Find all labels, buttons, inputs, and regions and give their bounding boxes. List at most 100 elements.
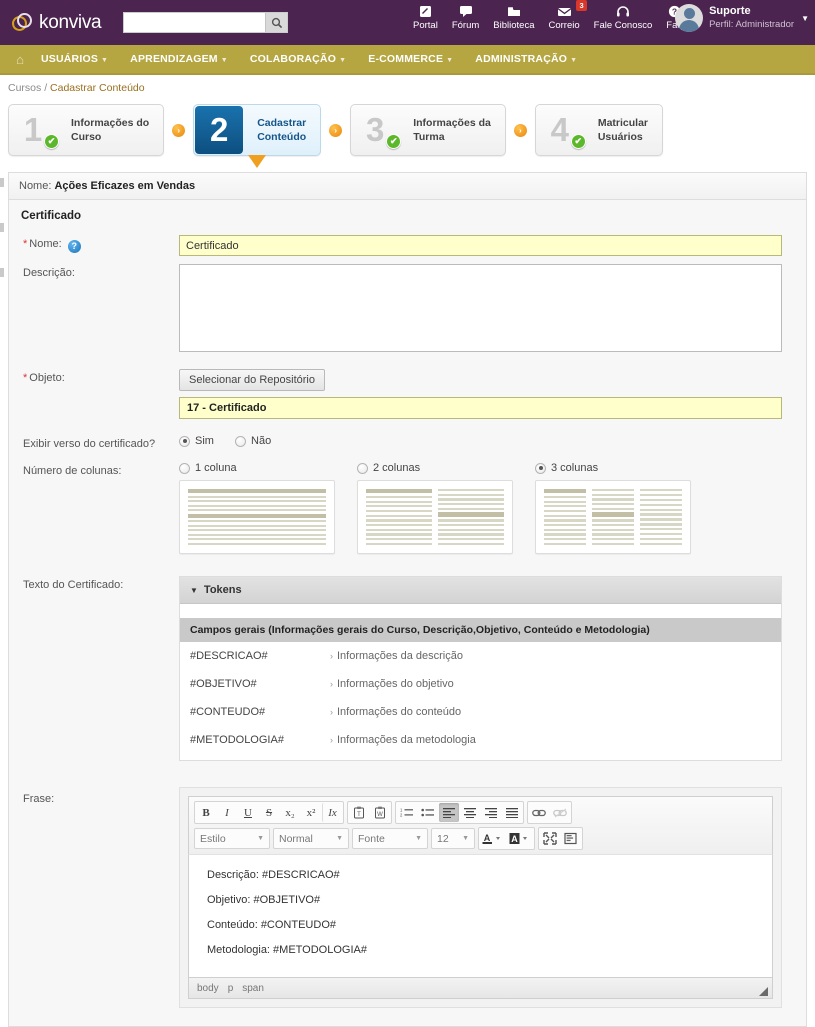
align-right-icon[interactable] [481, 803, 501, 822]
breadcrumb-root[interactable]: Cursos [8, 82, 41, 94]
format-select[interactable]: Normal ▼ [273, 828, 349, 849]
nome-input[interactable] [179, 235, 782, 256]
wizard-step-2[interactable]: 2 Cadastrar Conteúdo [193, 104, 322, 168]
svg-text:A: A [484, 833, 491, 843]
label-texto-certificado: Texto do Certificado: [23, 579, 124, 591]
underline-icon[interactable]: U [238, 803, 258, 822]
profile-menu[interactable]: Suporte Perfil: Administrador ▼ [675, 4, 809, 32]
step-label-line1: Cadastrar [257, 116, 307, 129]
column-preview-1[interactable] [179, 480, 335, 554]
check-icon: ✔ [570, 134, 586, 149]
quicknav-label: Portal [413, 20, 438, 31]
maximize-icon[interactable] [540, 829, 560, 848]
tokens-header[interactable]: ▼ Tokens [180, 577, 781, 604]
svg-text:A: A [511, 834, 518, 844]
radio-label: 2 colunas [373, 462, 421, 474]
background-color-icon[interactable]: A [507, 829, 533, 848]
home-icon[interactable]: ⌂ [10, 52, 30, 67]
descricao-textarea[interactable] [179, 264, 782, 352]
editor-content-area[interactable]: Descrição: #DESCRICAO# Objetivo: #OBJETI… [188, 854, 773, 978]
strikethrough-icon[interactable]: S [259, 803, 279, 822]
check-icon: ✔ [386, 134, 402, 149]
step-number: 3 ✔ [351, 105, 402, 155]
radio-2-colunas[interactable]: 2 colunas [357, 462, 420, 474]
ordered-list-icon[interactable]: 12 [397, 803, 417, 822]
step-label-line2: Usuários [597, 131, 643, 143]
token-key[interactable]: #METODOLOGIA# [190, 734, 330, 746]
show-blocks-icon[interactable] [561, 829, 581, 848]
path-item-p[interactable]: p [228, 983, 234, 994]
font-select-value: Fonte [358, 832, 385, 845]
path-item-body[interactable]: body [197, 983, 219, 994]
unlink-icon [550, 803, 570, 822]
font-select[interactable]: Fonte ▼ [352, 828, 428, 849]
brand-logo[interactable]: konviva [9, 12, 102, 34]
radio-dot-icon [535, 462, 546, 474]
quicknav-label: Fórum [451, 20, 480, 31]
token-key[interactable]: #OBJETIVO# [190, 678, 330, 690]
text-format-group: B I U S x₂ x² Ix [194, 801, 344, 824]
token-key[interactable]: #DESCRICAO# [190, 650, 330, 662]
path-item-span[interactable]: span [242, 983, 264, 994]
menu-item-administracao[interactable]: ADMINISTRAÇÃO ▼ [464, 53, 588, 65]
unordered-list-icon[interactable] [418, 803, 438, 822]
menu-item-colaboracao[interactable]: COLABORAÇÃO ▼ [239, 53, 357, 65]
search-input[interactable] [124, 13, 266, 32]
remove-format-icon[interactable]: Ix [322, 803, 342, 822]
svg-text:2: 2 [400, 813, 403, 818]
help-circle-icon[interactable]: ? [67, 239, 81, 253]
wizard-step-1[interactable]: 1 ✔ Informações do Curso [8, 104, 165, 156]
subscript-icon[interactable]: x₂ [280, 803, 300, 822]
editor-resize-grip[interactable] [759, 987, 768, 996]
wizard-step-4[interactable]: 4 ✔ Matricular Usuários [534, 104, 664, 156]
font-size-select-value: 12 [437, 832, 449, 845]
radio-1-coluna[interactable]: 1 coluna [179, 462, 237, 474]
field-row-colunas: Número de colunas: 1 coluna 2 colunas 3 … [9, 458, 806, 558]
global-search[interactable] [123, 12, 289, 33]
bold-icon[interactable]: B [196, 803, 216, 822]
field-row-frase: Frase: B I U S x₂ x² Ix T W 1 2 Estilo ▼… [9, 775, 806, 1012]
font-size-select[interactable]: 12 ▼ [431, 828, 475, 849]
text-color-icon[interactable]: A [480, 829, 506, 848]
radio-dot-icon [357, 462, 368, 474]
selecionar-repositorio-button[interactable]: Selecionar do Repositório [179, 369, 325, 391]
align-left-icon[interactable] [439, 803, 459, 822]
search-button[interactable] [265, 13, 288, 32]
style-select[interactable]: Estilo ▼ [194, 828, 270, 849]
link-icon[interactable] [529, 803, 549, 822]
step-label-line1: Informações da [413, 116, 491, 129]
quicknav-label: Correio [548, 20, 580, 31]
wizard-step-3[interactable]: 3 ✔ Informações da Turma [350, 104, 506, 156]
step-number: 2 [195, 106, 244, 154]
align-center-icon[interactable] [460, 803, 480, 822]
column-preview-3[interactable] [535, 480, 691, 554]
menu-label: USUÁRIOS [41, 53, 99, 65]
quicknav-item-correio[interactable]: 3 Correio [541, 0, 587, 31]
token-row: #DESCRICAO# › Informações da descrição [180, 642, 781, 670]
step-label-line2: Curso [71, 131, 102, 143]
token-desc-text: Informações da metodologia [337, 734, 476, 746]
radio-verso-sim[interactable]: Sim [179, 435, 214, 447]
chevron-down-icon: ▼ [570, 57, 578, 64]
quicknav-item-biblioteca[interactable]: Biblioteca [486, 3, 541, 31]
radio-3-colunas[interactable]: 3 colunas [535, 462, 598, 474]
token-key[interactable]: #CONTEUDO# [190, 706, 330, 718]
menu-item-usuarios[interactable]: USUÁRIOS ▼ [30, 53, 119, 65]
radio-verso-nao[interactable]: Não [235, 435, 271, 447]
menu-item-aprendizagem[interactable]: APRENDIZAGEM ▼ [119, 53, 239, 65]
paste-text-icon[interactable]: T [349, 803, 369, 822]
quicknav-item-forum[interactable]: Fórum [445, 3, 486, 31]
paste-word-icon[interactable]: W [370, 803, 390, 822]
editor-toolbar-row-1: B I U S x₂ x² Ix T W 1 2 [194, 801, 767, 824]
menu-item-e-commerce[interactable]: E-COMMERCE ▼ [357, 53, 464, 65]
required-marker: * [23, 372, 28, 384]
chevron-down-icon[interactable]: ▼ [801, 14, 809, 23]
align-justify-icon[interactable] [502, 803, 522, 822]
course-name-value: Ações Eficazes em Vendas [54, 180, 196, 192]
superscript-icon[interactable]: x² [301, 803, 321, 822]
quicknav-item-fale-conosco[interactable]: Fale Conosco [587, 3, 660, 31]
tokens-header-label: Tokens [203, 584, 242, 596]
italic-icon[interactable]: I [217, 803, 237, 822]
quicknav-item-portal[interactable]: Portal [406, 3, 445, 31]
column-preview-2[interactable] [357, 480, 513, 554]
